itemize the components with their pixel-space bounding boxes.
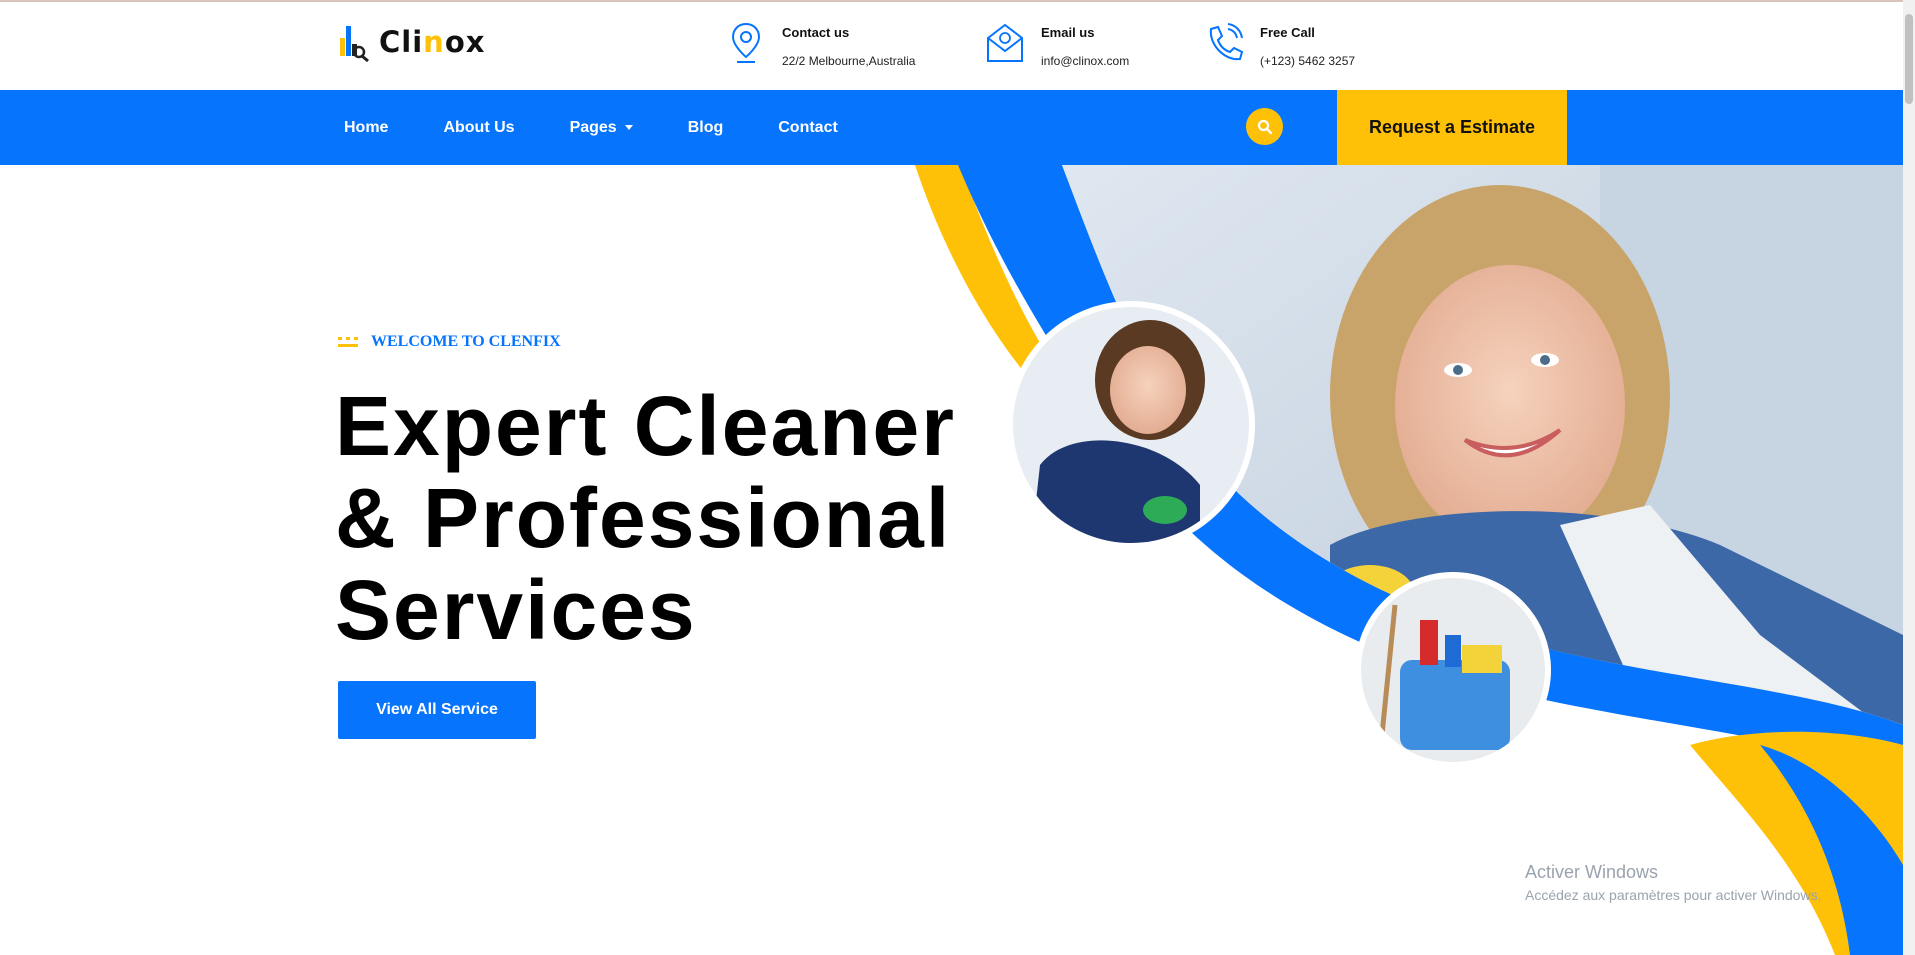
logo-icon bbox=[340, 26, 369, 62]
hero-headline: Expert Cleaner & Professional Services bbox=[335, 380, 975, 656]
nav-item-pages[interactable]: Pages bbox=[570, 119, 633, 137]
eyebrow-text: WELCOME TO CLENFIX bbox=[371, 333, 561, 350]
view-all-service-button[interactable]: View All Service bbox=[338, 681, 536, 739]
email-icon bbox=[983, 20, 1027, 66]
contact-title: Free Call bbox=[1260, 25, 1315, 40]
dots-icon bbox=[338, 337, 358, 347]
contact-value[interactable]: info@clinox.com bbox=[1041, 54, 1129, 68]
watermark-title: Activer Windows bbox=[1525, 862, 1659, 882]
contact-address: Contact us 22/2 Melbourne,Australia bbox=[724, 20, 915, 68]
headline-line: Services bbox=[335, 563, 697, 657]
contact-phone: Free Call (+123) 5462 3257 bbox=[1202, 20, 1355, 68]
hero-eyebrow: WELCOME TO CLENFIX bbox=[337, 333, 561, 351]
headline-line: Expert Cleaner bbox=[335, 379, 956, 473]
search-button[interactable] bbox=[1246, 108, 1283, 145]
page-scrollbar[interactable] bbox=[1903, 0, 1915, 955]
nav-item-blog[interactable]: Blog bbox=[688, 119, 724, 137]
watermark-subtitle: Accédez aux paramètres pour activer Wind… bbox=[1525, 887, 1822, 903]
headline-line: & Professional bbox=[335, 471, 952, 565]
search-icon bbox=[1257, 119, 1272, 134]
nav-item-home[interactable]: Home bbox=[344, 119, 388, 137]
contact-value[interactable]: (+123) 5462 3257 bbox=[1260, 54, 1355, 68]
main-nav: Home About Us Pages Blog Contact Request… bbox=[0, 90, 1903, 165]
site-logo[interactable]: Clinox bbox=[337, 20, 485, 64]
logo-text: Clinox bbox=[379, 25, 486, 59]
nav-item-about-us[interactable]: About Us bbox=[443, 119, 514, 137]
windows-activation-watermark: Activer Windows Accédez aux paramètres p… bbox=[1525, 862, 1821, 903]
contact-title: Contact us bbox=[782, 25, 850, 40]
contact-email: Email us info@clinox.com bbox=[983, 20, 1129, 68]
site-header: Clinox Contact us 22/2 Melbourne,Austral… bbox=[0, 2, 1903, 90]
caret-down-icon bbox=[624, 125, 633, 130]
contact-title: Email us bbox=[1041, 25, 1095, 40]
contact-value: 22/2 Melbourne,Australia bbox=[782, 54, 916, 68]
scrollbar-thumb[interactable] bbox=[1905, 14, 1913, 104]
hero-section: WELCOME TO CLENFIX Expert Cleaner & Prof… bbox=[0, 165, 1903, 955]
phone-icon bbox=[1202, 20, 1246, 66]
location-pin-icon bbox=[724, 20, 768, 66]
request-estimate-button[interactable]: Request a Estimate bbox=[1337, 90, 1567, 165]
nav-item-contact[interactable]: Contact bbox=[778, 119, 838, 137]
